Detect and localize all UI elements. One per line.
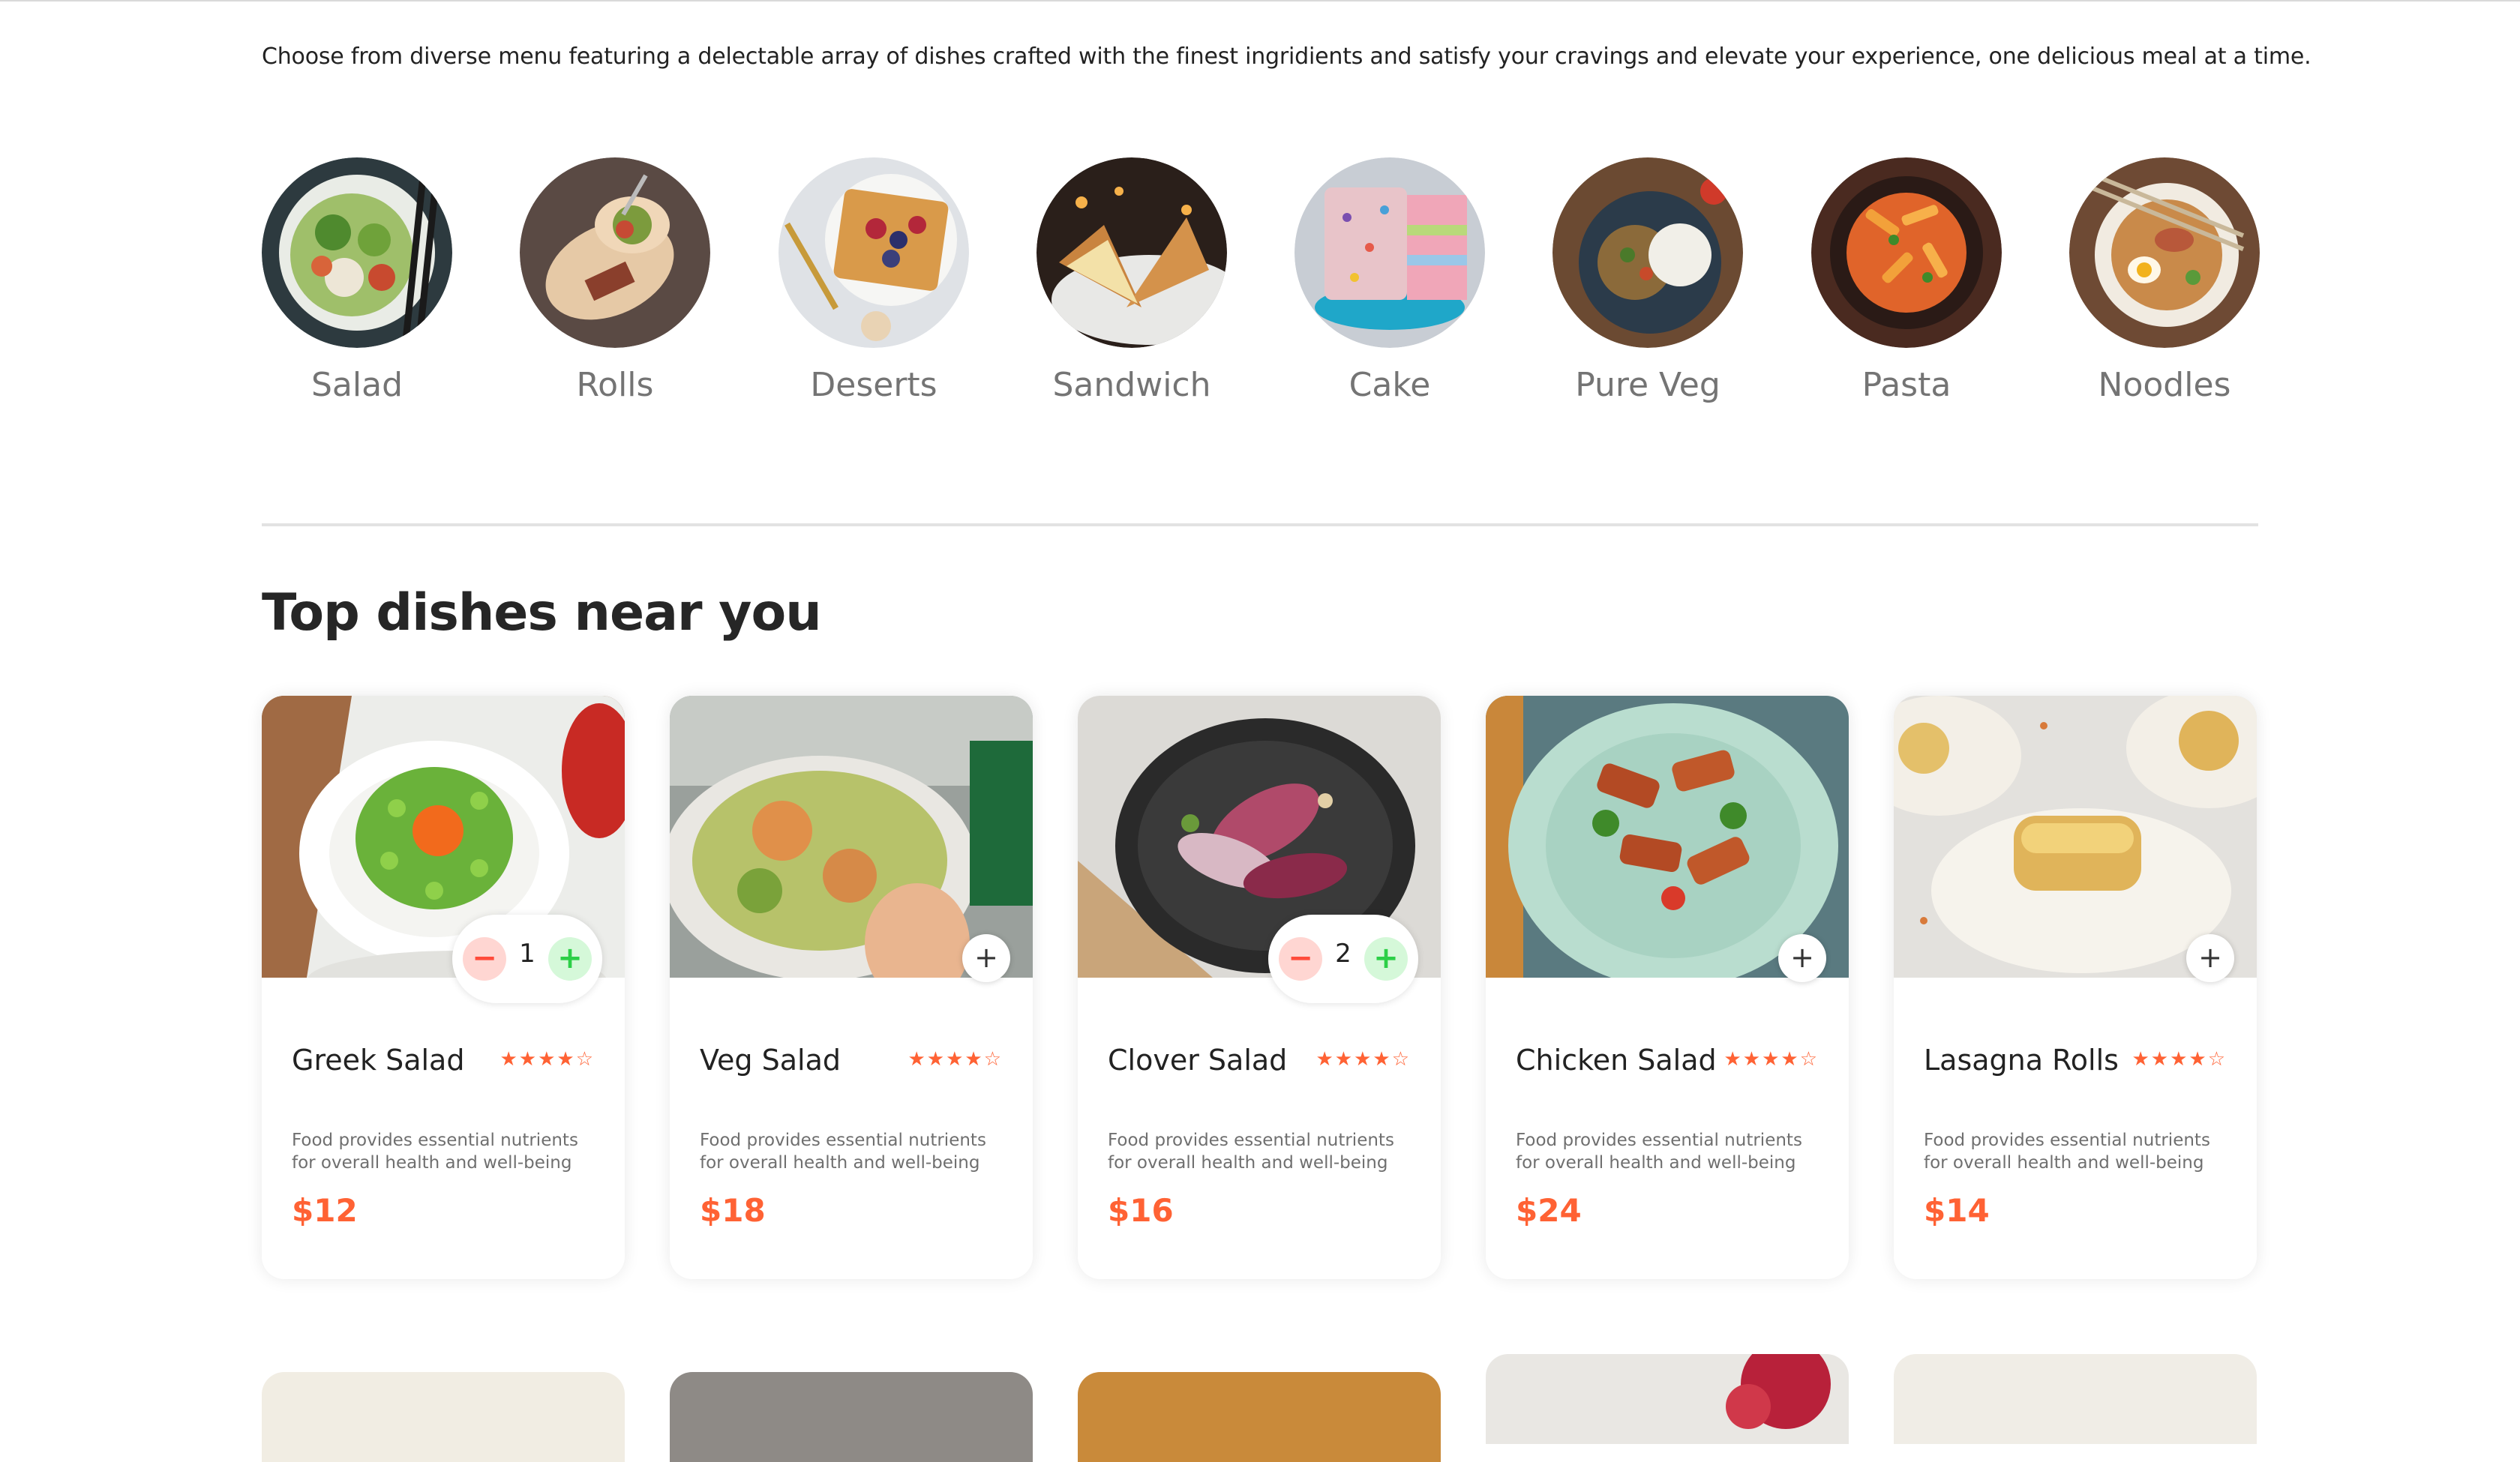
dish-price: $18 xyxy=(700,1192,766,1229)
dish-name: Veg Salad xyxy=(700,1044,841,1077)
category-rolls-image xyxy=(520,157,710,348)
quantity-stepper[interactable]: − 1 + xyxy=(452,915,602,1003)
category-pasta[interactable]: Pasta xyxy=(1811,157,2002,404)
category-noodles-image xyxy=(2069,157,2260,348)
dish-description: Food provides essential nutrients for ov… xyxy=(1108,1131,1394,1173)
category-pure-veg-image xyxy=(1552,157,1743,348)
category-deserts-image xyxy=(778,157,969,348)
category-label: Noodles xyxy=(2098,366,2231,404)
category-pasta-image xyxy=(1811,157,2002,348)
dish-card-partial[interactable] xyxy=(670,1372,1033,1462)
section-title: Top dishes near you xyxy=(262,583,822,643)
add-to-cart-button[interactable]: + xyxy=(962,934,1010,982)
rating-stars-icon: ★★★★☆ xyxy=(500,1048,595,1071)
dish-name: Greek Salad xyxy=(292,1044,465,1077)
dish-description: Food provides essential nutrients for ov… xyxy=(700,1131,986,1173)
dish-name: Lasagna Rolls xyxy=(1924,1044,2119,1077)
category-sandwich[interactable]: Sandwich xyxy=(1036,157,1227,404)
top-border xyxy=(0,0,2520,1)
dish-card-partial[interactable] xyxy=(1894,1354,2257,1444)
dish-card-greek-salad[interactable]: − 1 + Greek Salad ★★★★☆ Food provides es… xyxy=(262,696,625,1279)
rating-stars-icon: ★★★★☆ xyxy=(1724,1048,1819,1071)
dish-description: Food provides essential nutrients for ov… xyxy=(1516,1131,1802,1173)
dish-card-partial[interactable] xyxy=(262,1372,625,1462)
category-pure-veg[interactable]: Pure Veg xyxy=(1552,157,1743,404)
dish-card-chicken-salad[interactable]: + Chicken Salad ★★★★☆ Food provides esse… xyxy=(1486,696,1849,1279)
category-rolls[interactable]: Rolls xyxy=(520,157,710,404)
category-noodles[interactable]: Noodles xyxy=(2069,157,2260,404)
dish-card-lasagna-rolls[interactable]: + Lasagna Rolls ★★★★☆ Food provides esse… xyxy=(1894,696,2257,1279)
category-label: Deserts xyxy=(810,366,938,404)
dish-price: $12 xyxy=(292,1192,358,1229)
add-to-cart-button[interactable]: + xyxy=(2186,934,2234,982)
category-label: Pure Veg xyxy=(1575,366,1720,404)
dish-price: $14 xyxy=(1924,1192,1990,1229)
category-label: Sandwich xyxy=(1052,366,1211,404)
category-salad[interactable]: Salad xyxy=(262,157,452,404)
dish-card-clover-salad[interactable]: − 2 + Clover Salad ★★★★☆ Food provides e… xyxy=(1078,696,1441,1279)
rating-stars-icon: ★★★★☆ xyxy=(908,1048,1003,1071)
increase-button[interactable]: + xyxy=(1364,937,1408,981)
dish-name: Clover Salad xyxy=(1108,1044,1288,1077)
menu-intro-text: Choose from diverse menu featuring a del… xyxy=(262,43,2312,70)
category-list: Salad Rolls Deserts Sandwich Cake Pure V… xyxy=(262,157,2260,427)
dish-card-veg-salad[interactable]: + Veg Salad ★★★★☆ Food provides essentia… xyxy=(670,696,1033,1279)
dish-description: Food provides essential nutrients for ov… xyxy=(292,1131,578,1173)
category-label: Cake xyxy=(1348,366,1431,404)
dish-card-partial[interactable] xyxy=(1486,1354,1849,1444)
rating-stars-icon: ★★★★☆ xyxy=(1316,1048,1411,1071)
category-deserts[interactable]: Deserts xyxy=(778,157,969,404)
rating-stars-icon: ★★★★☆ xyxy=(2132,1048,2227,1071)
section-divider xyxy=(262,523,2258,526)
increase-button[interactable]: + xyxy=(548,937,592,981)
dish-name: Chicken Salad xyxy=(1516,1044,1717,1077)
dish-price: $16 xyxy=(1108,1192,1174,1229)
dish-price: $24 xyxy=(1516,1192,1582,1229)
category-label: Pasta xyxy=(1862,366,1952,404)
category-salad-image xyxy=(262,157,452,348)
dish-description: Food provides essential nutrients for ov… xyxy=(1924,1131,2210,1173)
quantity-stepper[interactable]: − 2 + xyxy=(1268,915,1418,1003)
category-sandwich-image xyxy=(1036,157,1227,348)
category-label: Rolls xyxy=(576,366,654,404)
dish-card-partial[interactable] xyxy=(1078,1372,1441,1462)
category-cake-image xyxy=(1294,157,1485,348)
category-label: Salad xyxy=(310,366,403,404)
add-to-cart-button[interactable]: + xyxy=(1778,934,1826,982)
category-cake[interactable]: Cake xyxy=(1294,157,1485,404)
